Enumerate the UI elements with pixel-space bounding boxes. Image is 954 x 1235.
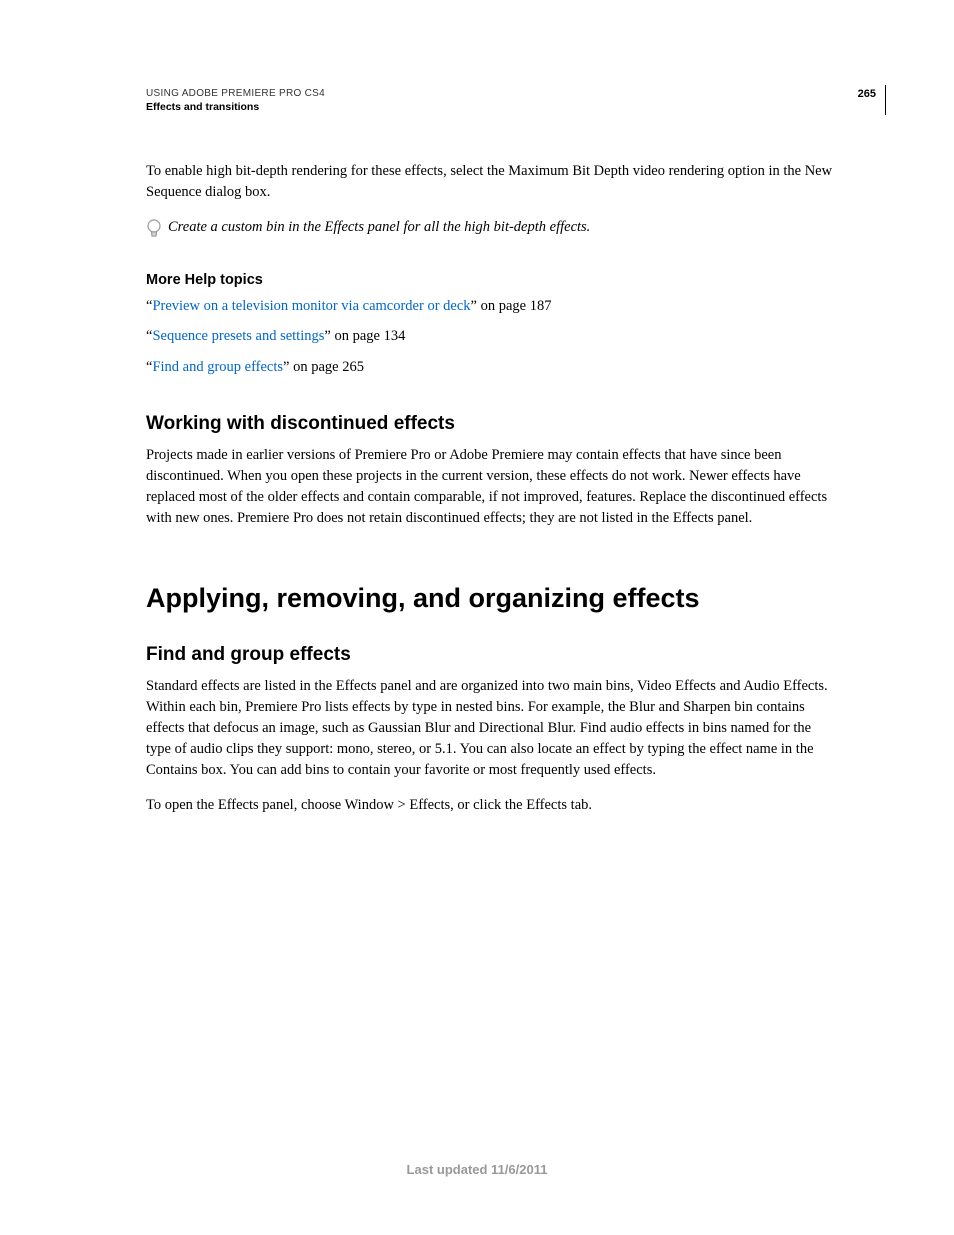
help-link-suffix: on page 134 bbox=[331, 328, 406, 344]
help-link-preview-tv[interactable]: Preview on a television monitor via camc… bbox=[152, 298, 470, 314]
tip-row: Create a custom bin in the Effects panel… bbox=[146, 217, 836, 240]
page-container: USING ADOBE PREMIERE PRO CS4 Effects and… bbox=[0, 0, 954, 1235]
find-group-paragraph-2: To open the Effects panel, choose Window… bbox=[146, 795, 836, 816]
breadcrumb: USING ADOBE PREMIERE PRO CS4 bbox=[146, 88, 836, 99]
discontinued-effects-paragraph: Projects made in earlier versions of Pre… bbox=[146, 445, 836, 529]
help-link-row: “Sequence presets and settings” on page … bbox=[146, 326, 836, 346]
tip-text: Create a custom bin in the Effects panel… bbox=[168, 217, 590, 237]
help-link-sequence-presets[interactable]: Sequence presets and settings bbox=[152, 328, 324, 344]
help-link-row: “Find and group effects” on page 265 bbox=[146, 357, 836, 377]
page-header: USING ADOBE PREMIERE PRO CS4 Effects and… bbox=[146, 88, 836, 113]
help-link-suffix: on page 265 bbox=[289, 359, 364, 375]
page-number: 265 bbox=[858, 88, 876, 100]
more-help-heading: More Help topics bbox=[146, 272, 836, 288]
heading-find-group-effects: Find and group effects bbox=[146, 644, 836, 666]
help-link-suffix: on page 187 bbox=[477, 298, 552, 314]
intro-paragraph: To enable high bit-depth rendering for t… bbox=[146, 161, 836, 203]
heading-discontinued-effects: Working with discontinued effects bbox=[146, 413, 836, 435]
find-group-paragraph-1: Standard effects are listed in the Effec… bbox=[146, 676, 836, 781]
help-link-row: “Preview on a television monitor via cam… bbox=[146, 296, 836, 316]
page-number-rule bbox=[885, 85, 886, 115]
footer-last-updated: Last updated 11/6/2011 bbox=[0, 1162, 954, 1177]
heading-applying-removing-organizing: Applying, removing, and organizing effec… bbox=[146, 583, 836, 614]
lightbulb-icon bbox=[146, 218, 162, 240]
help-link-find-group-effects[interactable]: Find and group effects bbox=[152, 359, 283, 375]
section-name: Effects and transitions bbox=[146, 101, 836, 113]
